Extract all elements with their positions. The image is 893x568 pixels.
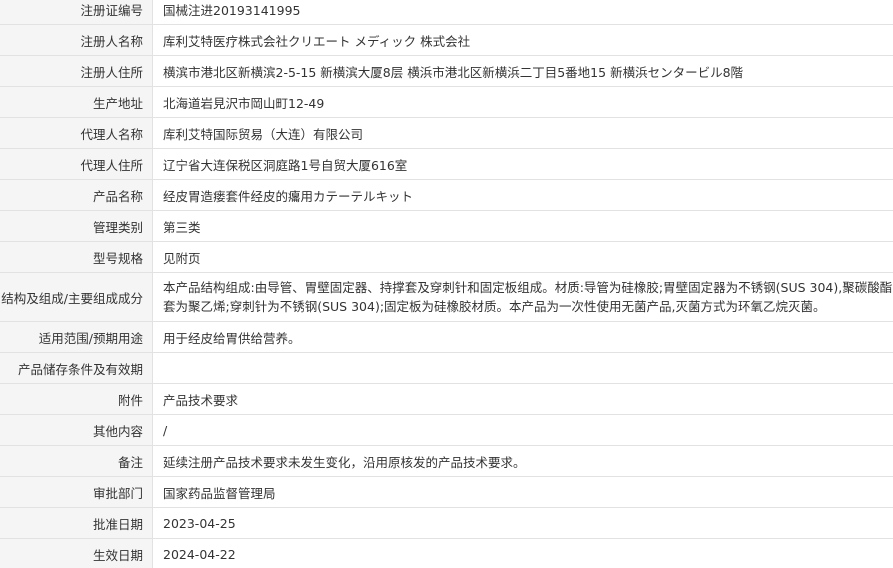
row-label: 管理类别 — [0, 210, 153, 242]
table-row: 代理人名称 库利艾特国际贸易（大连）有限公司 — [0, 117, 893, 149]
table-row: 产品名称 经皮胃造瘘套件经皮的癟用カテーテルキット — [0, 179, 893, 211]
row-value: 库利艾特医疗株式会社クリエート メディック 株式会社 — [152, 24, 893, 56]
row-label: 其他内容 — [0, 414, 153, 446]
table-row: 代理人住所 辽宁省大连保税区洞庭路1号自贸大厦616室 — [0, 148, 893, 180]
registration-info-table: 注册证编号 国械注进20193141995 注册人名称 库利艾特医疗株式会社クリ… — [0, 0, 893, 568]
row-label: 注册人名称 — [0, 24, 153, 56]
row-label: 产品名称 — [0, 179, 153, 211]
row-value: 本产品结构组成:由导管、胃壁固定器、持撑套及穿刺针和固定板组成。材质:导管为硅橡… — [152, 272, 893, 322]
table-row: 产品储存条件及有效期 — [0, 352, 893, 384]
row-label: 审批部门 — [0, 476, 153, 508]
row-label: 附件 — [0, 383, 153, 415]
row-value: 辽宁省大连保税区洞庭路1号自贸大厦616室 — [152, 148, 893, 180]
table-row: 注册人名称 库利艾特医疗株式会社クリエート メディック 株式会社 — [0, 24, 893, 56]
table-row: 附件 产品技术要求 — [0, 383, 893, 415]
row-value: / — [152, 414, 893, 446]
row-value: 国械注进20193141995 — [152, 0, 893, 25]
table-row: 其他内容 / — [0, 414, 893, 446]
table-row: 注册证编号 国械注进20193141995 — [0, 0, 893, 25]
row-label: 适用范围/预期用途 — [0, 321, 153, 353]
row-label: 备注 — [0, 445, 153, 477]
row-label: 生产地址 — [0, 86, 153, 118]
row-label: 结构及组成/主要组成成分 — [0, 272, 153, 322]
row-value: 库利艾特国际贸易（大连）有限公司 — [152, 117, 893, 149]
row-label: 注册证编号 — [0, 0, 153, 25]
row-value: 北海道岩見沢市岡山町12-49 — [152, 86, 893, 118]
row-label: 产品储存条件及有效期 — [0, 352, 153, 384]
row-label: 生效日期 — [0, 538, 153, 568]
row-value: 延续注册产品技术要求未发生变化，沿用原核发的产品技术要求。 — [152, 445, 893, 477]
row-label: 注册人住所 — [0, 55, 153, 87]
table-row: 型号规格 见附页 — [0, 241, 893, 273]
table-row: 备注 延续注册产品技术要求未发生变化，沿用原核发的产品技术要求。 — [0, 445, 893, 477]
row-label: 代理人名称 — [0, 117, 153, 149]
row-label: 批准日期 — [0, 507, 153, 539]
row-label: 型号规格 — [0, 241, 153, 273]
table-row: 审批部门 国家药品监督管理局 — [0, 476, 893, 508]
row-value: 第三类 — [152, 210, 893, 242]
table-row: 批准日期 2023-04-25 — [0, 507, 893, 539]
table-row: 生效日期 2024-04-22 — [0, 538, 893, 568]
table-row: 结构及组成/主要组成成分 本产品结构组成:由导管、胃壁固定器、持撑套及穿刺针和固… — [0, 272, 893, 322]
row-value: 用于经皮给胃供给营养。 — [152, 321, 893, 353]
row-value-text: 本产品结构组成:由导管、胃壁固定器、持撑套及穿刺针和固定板组成。材质:导管为硅橡… — [163, 280, 893, 314]
row-value: 2024-04-22 — [152, 538, 893, 568]
table-row: 注册人住所 横滨市港北区新横滨2-5-15 新横滨大厦8层 横浜市港北区新横浜二… — [0, 55, 893, 87]
row-label: 代理人住所 — [0, 148, 153, 180]
registration-detail-page: 注册证编号 国械注进20193141995 注册人名称 库利艾特医疗株式会社クリ… — [0, 0, 893, 568]
row-value: 2023-04-25 — [152, 507, 893, 539]
row-label-text: 结构及组成/主要组成成分 — [1, 290, 143, 306]
row-value: 国家药品监督管理局 — [152, 476, 893, 508]
table-row: 适用范围/预期用途 用于经皮给胃供给营养。 — [0, 321, 893, 353]
row-value: 横滨市港北区新横滨2-5-15 新横滨大厦8层 横浜市港北区新横浜二丁目5番地1… — [152, 55, 893, 87]
row-value: 见附页 — [152, 241, 893, 273]
row-value: 经皮胃造瘘套件经皮的癟用カテーテルキット — [152, 179, 893, 211]
table-row: 管理类别 第三类 — [0, 210, 893, 242]
table-row: 生产地址 北海道岩見沢市岡山町12-49 — [0, 86, 893, 118]
row-value — [152, 352, 893, 384]
row-value: 产品技术要求 — [152, 383, 893, 415]
